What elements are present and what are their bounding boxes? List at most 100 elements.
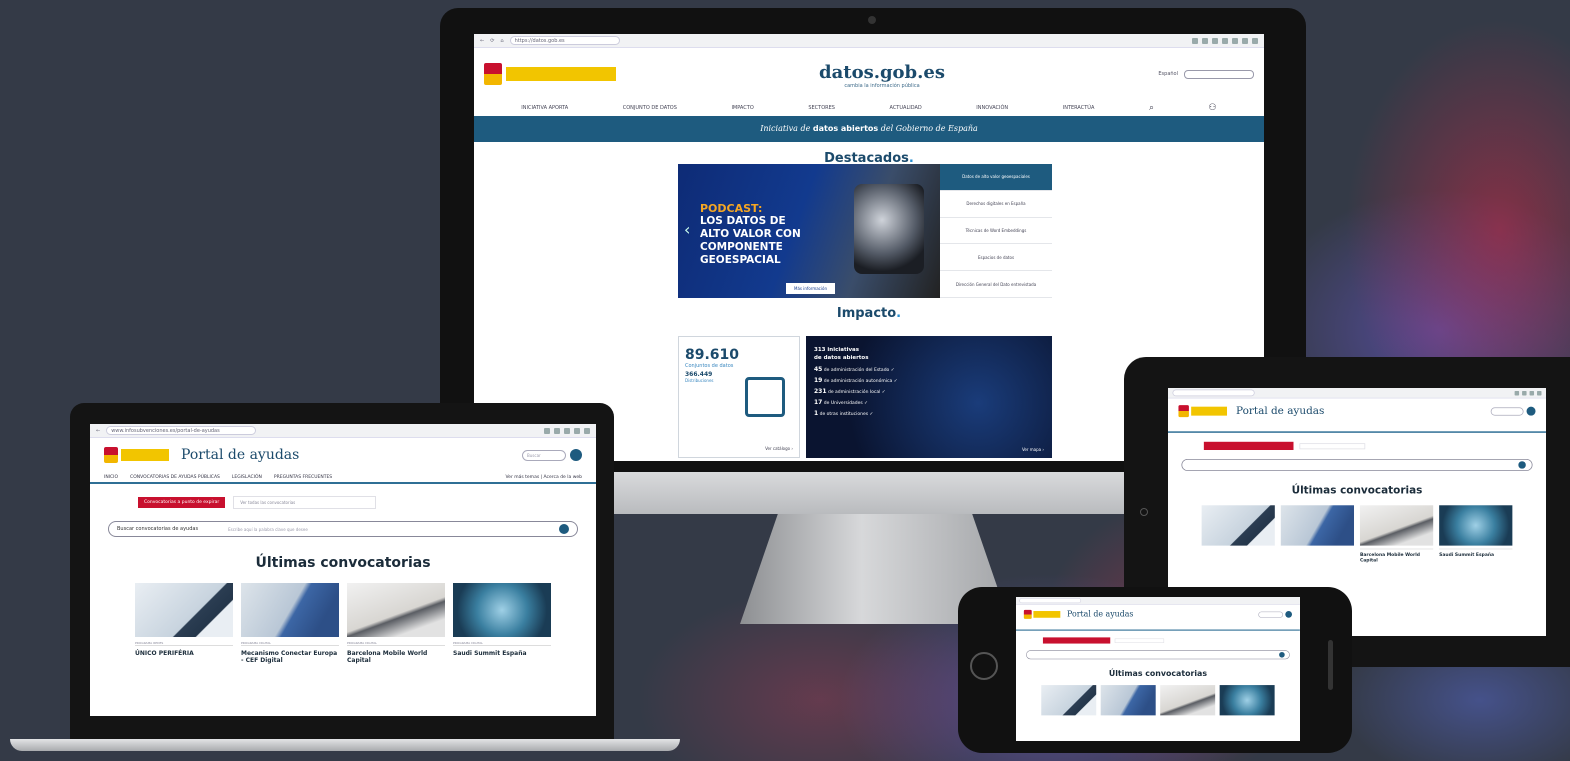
laptop-base xyxy=(10,739,680,751)
site-logo[interactable]: datos.gob.es cambia la información públi… xyxy=(819,62,945,89)
expiring-link[interactable]: Ver todas las convocatorias xyxy=(233,496,377,509)
call-card[interactable]: Saudi Summit España xyxy=(1439,505,1513,563)
search-icon[interactable]: ⌕ xyxy=(1149,103,1154,113)
call-card[interactable]: Barcelona Mobile World Capital xyxy=(1359,505,1434,563)
home-icon[interactable]: ⌂ xyxy=(500,38,503,44)
browser-extension-icons[interactable] xyxy=(544,427,590,434)
coat-of-arms-icon xyxy=(484,63,502,85)
coat-of-arms-icon xyxy=(104,447,118,463)
expiring-tag[interactable] xyxy=(1042,637,1111,644)
call-meta: PROGRAMA REDES xyxy=(135,641,233,646)
call-card[interactable]: PROGRAMA DIGITAL Mecanismo Conectar Euro… xyxy=(241,583,339,664)
featured-item[interactable]: Técnicas de Word Embeddings xyxy=(940,218,1052,245)
chevron-left-icon[interactable]: ‹ xyxy=(684,220,690,239)
portal-title[interactable]: Portal de ayudas xyxy=(1236,405,1324,417)
call-card[interactable] xyxy=(1201,505,1275,563)
nav-item-interact[interactable]: INTERACTÚA xyxy=(1063,105,1095,111)
featured-item[interactable]: Espacios de datos xyxy=(940,244,1052,272)
initiatives-list: 45 de administración del Estado ✓ 19 de … xyxy=(814,366,1044,417)
expiring-link[interactable] xyxy=(1299,442,1366,449)
search-input[interactable]: Buscar xyxy=(522,449,566,461)
featured-item[interactable]: Dirección General del Dato entrevistada xyxy=(940,271,1052,298)
call-card[interactable] xyxy=(1100,685,1156,716)
featured-item[interactable]: Datos de alto valor geoespaciales xyxy=(940,164,1052,191)
list-item: 19 de administración autonómica ✓ xyxy=(814,377,898,384)
call-card[interactable] xyxy=(1219,685,1275,716)
nav-item-sectors[interactable]: SECTORES xyxy=(808,105,835,111)
call-image xyxy=(241,583,339,637)
address-bar[interactable] xyxy=(1019,598,1082,604)
nav-item-news[interactable]: ACTUALIDAD xyxy=(889,105,921,111)
call-card[interactable]: PROGRAMA DIGITAL Barcelona Mobile World … xyxy=(347,583,445,664)
nav-item-datasets[interactable]: CONJUNTO DE DATOS xyxy=(623,105,677,111)
call-card[interactable]: PROGRAMA DIGITAL Saudi Summit España xyxy=(453,583,551,664)
search-button[interactable] xyxy=(1518,461,1526,469)
browser-extension-icons[interactable] xyxy=(1514,390,1542,396)
calls-search-bar[interactable] xyxy=(1026,650,1290,660)
address-bar[interactable] xyxy=(1172,389,1255,397)
browser-toolbar xyxy=(1016,597,1300,605)
search-button[interactable] xyxy=(1285,611,1293,618)
expiring-tag[interactable] xyxy=(1203,441,1294,451)
main-nav: INICIATIVA APORTA CONJUNTO DE DATOS IMPA… xyxy=(474,100,1264,116)
nav-item-home[interactable]: INICIO xyxy=(104,475,118,480)
map-link[interactable]: Ver mapa › xyxy=(1022,447,1044,452)
portal-title[interactable]: Portal de ayudas xyxy=(1067,610,1133,619)
ministry-logo[interactable] xyxy=(1033,611,1061,618)
browser-extension-icons[interactable] xyxy=(1192,37,1258,44)
call-card[interactable] xyxy=(1160,685,1216,716)
ministry-logo[interactable] xyxy=(121,449,169,461)
expiring-bar xyxy=(1042,637,1300,644)
back-icon[interactable]: ← xyxy=(96,428,100,434)
portal-header: Portal de ayudas xyxy=(1168,398,1546,423)
user-icon[interactable]: ⚇ xyxy=(1209,103,1217,113)
ministry-logo[interactable] xyxy=(506,67,616,81)
address-bar[interactable]: www.infosubvenciones.es/portal-de-ayudas xyxy=(106,426,257,435)
call-title: Saudi Summit España xyxy=(1439,552,1495,558)
featured-slide[interactable]: ‹ PODCAST: LOS DATOS DE ALTO VALOR CON C… xyxy=(678,164,940,298)
featured-item[interactable]: Derechos digitales en España xyxy=(940,191,1052,218)
portal-header: Portal de ayudas Buscar xyxy=(90,438,596,472)
ministry-logo[interactable] xyxy=(1191,406,1228,416)
call-title: Saudi Summit España xyxy=(453,650,527,657)
search-button[interactable] xyxy=(1526,406,1536,416)
tablet-page: Portal de ayudas Últimas convocatorias B… xyxy=(1168,388,1546,563)
back-icon[interactable]: ← xyxy=(480,38,484,44)
search-button[interactable] xyxy=(559,524,569,534)
call-image xyxy=(1201,505,1275,546)
call-card[interactable]: PROGRAMA REDES ÚNICO PERIFÉRIA xyxy=(135,583,233,664)
search-button[interactable] xyxy=(1279,651,1285,658)
nav-item-calls[interactable]: CONVOCATORIAS DE AYUDAS PÚBLICAS xyxy=(130,475,220,480)
nav-secondary-links[interactable]: Ver más temas | Acerca de la web xyxy=(505,475,582,480)
search-button[interactable] xyxy=(570,449,582,461)
calls-search-input[interactable]: Escribe aquí la palabra clave que desee xyxy=(228,527,308,532)
nav-item-legislation[interactable]: LEGISLACIÓN xyxy=(232,475,262,480)
logo-tagline: cambia la información pública xyxy=(844,83,920,89)
call-card[interactable] xyxy=(1280,505,1355,563)
nav-item-innovation[interactable]: INNOVACIÓN xyxy=(976,105,1008,111)
list-item: 17 de Universidades ✓ xyxy=(814,399,868,406)
nav-item-aporta[interactable]: INICIATIVA APORTA xyxy=(521,105,568,111)
calls-search-bar[interactable]: Buscar convocatorias de ayudas Escribe a… xyxy=(108,521,578,537)
browser-toolbar xyxy=(1168,388,1546,399)
expiring-tag[interactable]: Convocatorias a punto de expirar xyxy=(138,497,226,508)
featured-more-button[interactable]: Más información xyxy=(786,283,835,294)
reload-icon[interactable]: ⟳ xyxy=(490,38,494,44)
search-input[interactable] xyxy=(1258,611,1284,618)
expiring-link[interactable] xyxy=(1114,638,1165,643)
call-card[interactable] xyxy=(1041,685,1097,716)
catalog-link[interactable]: Ver catálogo › xyxy=(765,446,793,451)
social-icons[interactable] xyxy=(1184,69,1254,79)
language-select[interactable]: Español xyxy=(1158,71,1178,77)
nav-item-impact[interactable]: IMPACTO xyxy=(731,105,753,111)
nav-item-faq[interactable]: PREGUNTAS FRECUENTES xyxy=(274,475,332,480)
call-image xyxy=(1041,685,1097,716)
impact-section: 89.610 Conjuntos de datos 366.449 Distri… xyxy=(678,336,1052,458)
search-input[interactable] xyxy=(1490,407,1524,416)
portal-title[interactable]: Portal de ayudas xyxy=(181,447,299,463)
calls-search-bar[interactable] xyxy=(1181,458,1533,471)
address-bar[interactable]: https://datos.gob.es xyxy=(509,36,620,45)
featured-list: Datos de alto valor geoespaciales Derech… xyxy=(940,164,1052,298)
call-image xyxy=(135,583,233,637)
call-image xyxy=(1219,685,1275,716)
